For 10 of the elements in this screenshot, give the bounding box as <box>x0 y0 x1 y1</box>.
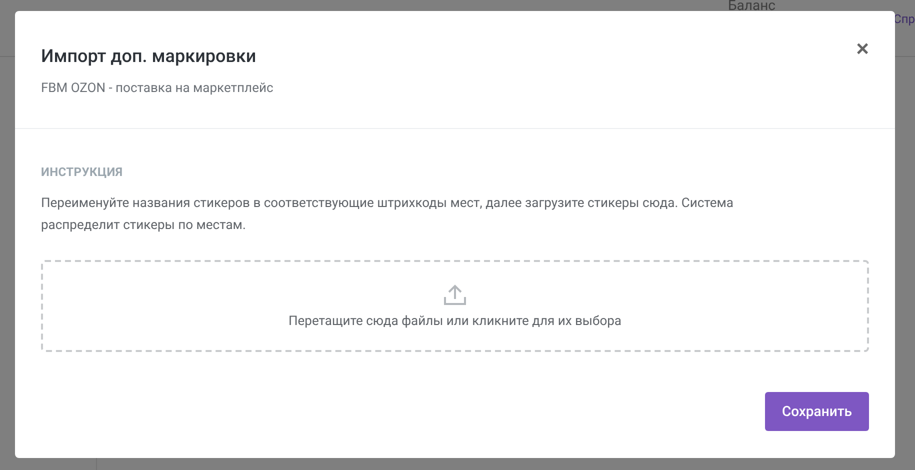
instruction-text: Переименуйте названия стикеров в соответствующие штрихкоды мест, далее загрузите стикеры сюда. Система распределит стикеры по местам. <box>41 195 734 235</box>
dialog-title: Импорт доп. маркировки <box>41 46 258 67</box>
file-dropzone[interactable]: Перетащите сюда файлы или кликните для их выбора <box>41 260 869 352</box>
dropzone-hint: Перетащите сюда файлы или кликните для их выбора <box>288 314 622 328</box>
save-button[interactable]: Сохранить <box>764 392 869 431</box>
balance-label: Баланс <box>728 0 776 14</box>
upload-icon <box>443 284 467 306</box>
close-button[interactable]: × <box>856 38 869 60</box>
dialog-subtitle: FBM OZON - поставка на маркетплейс <box>41 81 274 96</box>
section-heading: ИНСТРУКЦИЯ <box>41 165 124 179</box>
